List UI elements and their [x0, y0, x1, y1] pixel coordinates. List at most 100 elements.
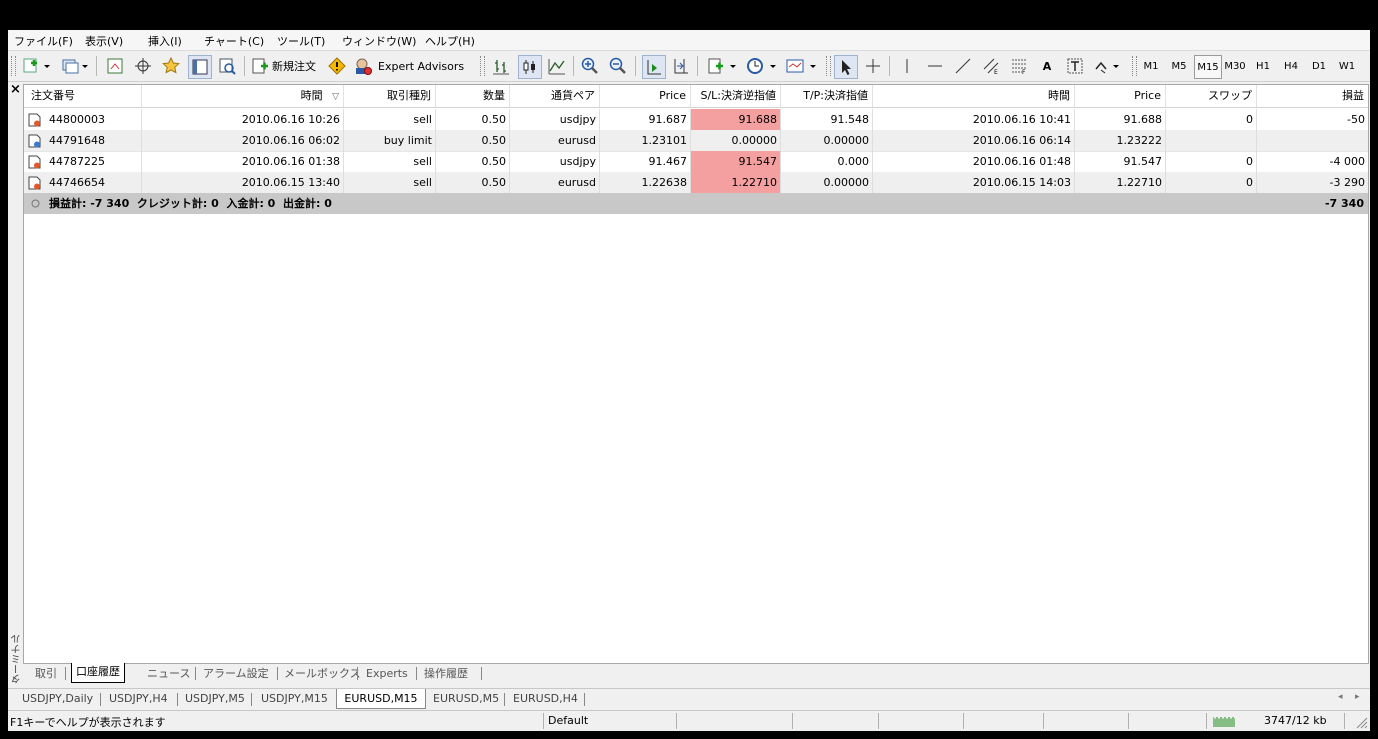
arrows-button[interactable] [1092, 55, 1124, 77]
menu-file[interactable]: ファイル(F) [14, 33, 73, 49]
timeframe-d1[interactable]: D1 [1306, 55, 1332, 77]
periods-button[interactable] [744, 55, 780, 77]
menu-help[interactable]: ヘルプ(H) [425, 33, 475, 49]
toolbar-grip[interactable] [11, 56, 16, 76]
timeframe-h1[interactable]: H1 [1250, 55, 1276, 77]
chart-shift-button[interactable] [670, 55, 692, 77]
chart-shift-icon [674, 59, 688, 74]
menu-window[interactable]: ウィンドウ(W) [342, 33, 416, 49]
vertical-line-button[interactable] [896, 55, 918, 77]
col-size[interactable]: 数量 [436, 85, 510, 107]
scroll-right-icon[interactable]: ▸ [1355, 692, 1360, 702]
zoom-out-button[interactable] [607, 55, 629, 77]
col-take-profit[interactable]: T/P:決済指値 [781, 85, 873, 107]
col-symbol[interactable]: 通貨ペア [510, 85, 600, 107]
timeframe-m1[interactable]: M1 [1138, 55, 1164, 77]
crosshair-tool-button[interactable] [862, 55, 884, 77]
chart-tab-eurusd-h4[interactable]: EURUSD,H4 [513, 689, 578, 708]
cell-close-time: 2010.06.15 14:03 [873, 172, 1075, 193]
favorites-button[interactable] [160, 55, 182, 77]
menu-tools[interactable]: ツール(T) [277, 33, 325, 49]
line-chart-button[interactable] [546, 55, 568, 77]
table-row[interactable]: 44800003 2010.06.16 10:26 sell 0.50 usdj… [24, 109, 1368, 131]
col-swap[interactable]: スワップ [1166, 85, 1257, 107]
close-icon[interactable]: × [10, 82, 21, 97]
cell-symbol: usdjpy [510, 151, 600, 172]
chart-tab-usdjpy-h4[interactable]: USDJPY,H4 [109, 689, 168, 708]
table-row[interactable]: 44787225 2010.06.16 01:38 sell 0.50 usdj… [24, 151, 1368, 173]
terminal-panel: × ターミナル 注文番号 時間 ▽ 取引種別 数量 通貨ペア Price S/L… [8, 82, 1370, 692]
col-type[interactable]: 取引種別 [344, 85, 436, 107]
table-row[interactable]: 44791648 2010.06.16 06:02 buy limit 0.50… [24, 130, 1368, 152]
chart-tab-eurusd-m15[interactable]: EURUSD,M15 [336, 689, 426, 709]
candlestick-button[interactable] [518, 55, 542, 79]
new-chart-button[interactable] [20, 55, 54, 77]
terminal-window-icon [192, 59, 208, 75]
templates-button[interactable] [784, 55, 820, 77]
new-order-button[interactable]: 新規注文 [250, 55, 324, 77]
text-tool-button[interactable]: A [1036, 55, 1058, 77]
timeframe-m15[interactable]: M15 [1194, 55, 1222, 79]
indicators-button[interactable] [704, 55, 740, 77]
terminal-window: ファイル(F) 表示(V) 挿入(I) チャート(C) ツール(T) ウィンドウ… [8, 30, 1370, 731]
chart-tab-usdjpy-m15[interactable]: USDJPY,M15 [261, 689, 328, 708]
col-profit[interactable]: 損益 [1257, 85, 1368, 107]
col-order[interactable]: 注文番号 [24, 85, 142, 107]
menu-view[interactable]: 表示(V) [85, 33, 123, 49]
market-watch-button[interactable] [104, 55, 126, 77]
tab-news[interactable]: ニュース [147, 665, 190, 683]
cell-stop-loss: 91.688 [691, 109, 781, 130]
expert-advisors-button[interactable]: Expert Advisors [352, 55, 468, 77]
fibonacci-button[interactable]: F [1008, 55, 1030, 77]
timeframe-w1[interactable]: W1 [1334, 55, 1360, 77]
profiles-button[interactable] [58, 55, 92, 77]
toolbar: 新規注文 Expert Advisors E F A M1 M5 M15 M30… [8, 51, 1370, 82]
cell-close-time: 2010.06.16 10:41 [873, 109, 1075, 130]
trendline-icon [955, 58, 971, 74]
chart-tab-usdjpy-daily[interactable]: USDJPY,Daily [22, 689, 93, 708]
timeframe-m5[interactable]: M5 [1166, 55, 1192, 77]
tab-account-history[interactable]: 口座履歴 [71, 663, 125, 683]
chart-tab-usdjpy-m5[interactable]: USDJPY,M5 [185, 689, 245, 708]
col-close-time[interactable]: 時間 [873, 85, 1075, 107]
timeframe-m30[interactable]: M30 [1222, 55, 1248, 77]
menu-chart[interactable]: チャート(C) [204, 33, 264, 49]
cursor-tool-button[interactable] [834, 55, 858, 79]
zoom-in-button[interactable] [579, 55, 601, 77]
terminal-vertical-label: ターミナル [12, 634, 23, 684]
timeframe-h4[interactable]: H4 [1278, 55, 1304, 77]
tab-alerts[interactable]: アラーム設定 [203, 665, 269, 683]
chart-tab-eurusd-m5[interactable]: EURUSD,M5 [433, 689, 499, 708]
cell-symbol: eurusd [510, 172, 600, 193]
tab-experts[interactable]: Experts [366, 665, 408, 683]
menu-insert[interactable]: 挿入(I) [148, 33, 182, 49]
tab-mailbox[interactable]: メールボックス [284, 665, 361, 683]
tab-journal[interactable]: 操作履歴 [424, 665, 468, 683]
resize-grip-icon[interactable] [1356, 717, 1368, 729]
text-label-icon [1067, 58, 1083, 74]
expert-advisors-label: Expert Advisors [378, 59, 465, 73]
horizontal-line-button[interactable] [924, 55, 946, 77]
strategy-tester-button[interactable] [216, 55, 238, 77]
table-row[interactable]: 44746654 2010.06.15 13:40 sell 0.50 euru… [24, 172, 1368, 194]
cell-type: sell [344, 151, 436, 172]
template-icon [786, 59, 816, 73]
summary-text: 損益計: -7 340 クレジット計: 0 入金計: 0 出金計: 0 [49, 197, 332, 210]
alert-button[interactable] [326, 55, 348, 77]
terminal-toggle-button[interactable] [188, 55, 212, 79]
col-stop-loss[interactable]: S/L:決済逆指値 [691, 85, 781, 107]
equidistant-channel-button[interactable]: E [980, 55, 1002, 77]
status-profile: Default [548, 714, 589, 727]
col-open-time[interactable]: 時間 ▽ [142, 85, 344, 107]
bar-chart-button[interactable] [490, 55, 512, 77]
navigator-button[interactable] [132, 55, 154, 77]
col-open-price[interactable]: Price [600, 85, 691, 107]
trendline-button[interactable] [952, 55, 974, 77]
tab-trade[interactable]: 取引 [35, 665, 57, 683]
text-label-button[interactable] [1064, 55, 1086, 77]
scroll-left-icon[interactable]: ◂ [1338, 692, 1343, 702]
col-close-price[interactable]: Price [1075, 85, 1166, 107]
channel-icon: E [983, 58, 999, 75]
arrows-icon [1095, 61, 1119, 74]
auto-scroll-button[interactable] [642, 55, 666, 79]
